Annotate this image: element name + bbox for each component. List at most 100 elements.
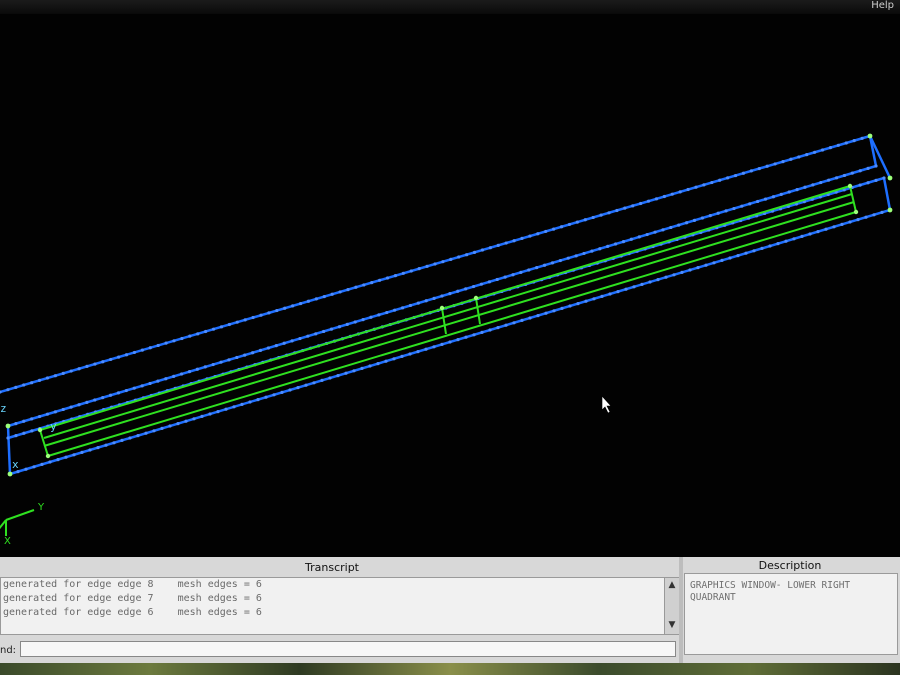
command-input[interactable] bbox=[20, 641, 676, 657]
mesh-node bbox=[550, 261, 555, 265]
mesh-node bbox=[771, 195, 776, 199]
mesh-node bbox=[661, 228, 665, 232]
mesh-node bbox=[235, 320, 239, 324]
mesh-node bbox=[14, 422, 18, 426]
mesh-node bbox=[235, 355, 239, 360]
mesh-node bbox=[256, 398, 260, 402]
mesh-node bbox=[752, 249, 756, 253]
mesh-node bbox=[232, 405, 236, 409]
scroll-down-icon[interactable]: ▼ bbox=[667, 620, 677, 630]
mesh-node bbox=[393, 274, 398, 278]
mesh-node bbox=[172, 339, 176, 343]
mesh-node bbox=[314, 297, 318, 301]
mesh-node bbox=[384, 359, 388, 363]
mesh-node bbox=[607, 211, 611, 215]
mesh-node bbox=[850, 171, 854, 175]
mesh-node bbox=[512, 239, 516, 243]
mesh-node bbox=[637, 235, 641, 239]
mesh-node bbox=[243, 353, 247, 357]
mesh-node bbox=[504, 323, 508, 327]
mesh-node bbox=[290, 339, 294, 343]
mesh-node bbox=[803, 185, 807, 189]
triad-label-y: Y bbox=[37, 502, 45, 513]
mesh-node bbox=[322, 294, 326, 299]
mesh-node bbox=[416, 301, 420, 305]
mesh-node bbox=[53, 410, 57, 414]
mesh-node bbox=[6, 388, 10, 392]
mesh-node bbox=[591, 215, 595, 220]
mesh-node bbox=[692, 218, 697, 222]
mesh-node bbox=[132, 350, 137, 355]
mesh-node bbox=[757, 166, 761, 171]
mesh-node bbox=[842, 173, 847, 178]
mesh-node bbox=[688, 268, 692, 272]
mesh-node bbox=[471, 284, 476, 289]
mesh-node bbox=[598, 247, 602, 251]
transcript-title: Transcript bbox=[305, 561, 359, 574]
mesh-node bbox=[200, 414, 204, 418]
mesh-node bbox=[827, 178, 831, 182]
inner-geometry bbox=[39, 185, 857, 457]
mesh-node bbox=[756, 199, 760, 204]
mesh-node bbox=[465, 253, 469, 257]
mesh-node bbox=[120, 438, 124, 442]
mesh-node bbox=[629, 237, 633, 241]
transcript-panel[interactable]: generated for edge edge 8 mesh edges = 6… bbox=[0, 577, 666, 635]
description-text: GRAPHICS WINDOW- LOWER RIGHT QUADRANT bbox=[690, 580, 851, 603]
mesh-node bbox=[584, 299, 588, 303]
mesh-node bbox=[566, 256, 570, 260]
geo-mid-b bbox=[475, 297, 481, 325]
mesh-node bbox=[187, 370, 192, 374]
mesh-node bbox=[346, 288, 350, 292]
mesh-node bbox=[408, 303, 413, 308]
mesh-node bbox=[732, 206, 736, 211]
mesh-node bbox=[858, 169, 862, 173]
mesh-node bbox=[30, 429, 34, 433]
mesh-node bbox=[496, 243, 500, 247]
mesh-node bbox=[678, 190, 682, 194]
mesh-node bbox=[882, 176, 886, 180]
geo-edge-2 bbox=[43, 193, 853, 439]
mesh-node bbox=[203, 365, 207, 369]
mesh-node bbox=[208, 412, 212, 416]
mesh-node bbox=[440, 294, 444, 298]
mesh-node bbox=[188, 334, 192, 338]
mesh-node bbox=[172, 374, 176, 378]
geo-mid-a bbox=[441, 307, 447, 335]
mesh-node bbox=[69, 405, 73, 409]
mesh-node bbox=[552, 227, 556, 231]
mesh-node bbox=[664, 275, 668, 279]
graphics-window[interactable]: z y x Y X bbox=[0, 14, 900, 557]
mesh-node bbox=[646, 199, 651, 203]
mesh-node bbox=[528, 316, 532, 320]
scroll-up-icon[interactable]: ▲ bbox=[667, 580, 677, 590]
mesh-node bbox=[48, 460, 52, 464]
mesh-node bbox=[37, 378, 42, 382]
mesh-node bbox=[542, 263, 547, 267]
transcript-scrollbar[interactable]: ▲ ▼ bbox=[664, 577, 680, 635]
mesh-node bbox=[544, 229, 548, 234]
mesh-node bbox=[400, 306, 405, 310]
mesh-node bbox=[306, 334, 310, 338]
mesh-node bbox=[712, 261, 716, 265]
mesh-node bbox=[136, 434, 140, 438]
mesh-node bbox=[409, 269, 413, 273]
help-menu[interactable]: Help bbox=[871, 0, 894, 11]
mesh-node bbox=[85, 400, 89, 404]
bottom-panel: Transcript generated for edge edge 8 mes… bbox=[0, 557, 900, 663]
mesh-node bbox=[298, 336, 302, 341]
mesh-node bbox=[248, 400, 252, 404]
mesh-view[interactable]: z y x Y X bbox=[0, 14, 900, 557]
mesh-node bbox=[552, 309, 556, 313]
mesh-node bbox=[456, 289, 460, 293]
mesh-node bbox=[694, 185, 698, 189]
axis-label-z: z bbox=[0, 402, 7, 415]
mesh-node bbox=[615, 208, 619, 213]
mesh-node bbox=[192, 417, 196, 421]
mesh-node bbox=[240, 402, 244, 406]
mesh-node bbox=[599, 213, 603, 217]
mesh-node bbox=[96, 446, 100, 450]
mesh-node bbox=[662, 194, 666, 199]
mesh-node bbox=[504, 241, 508, 245]
mesh-node bbox=[53, 374, 57, 378]
